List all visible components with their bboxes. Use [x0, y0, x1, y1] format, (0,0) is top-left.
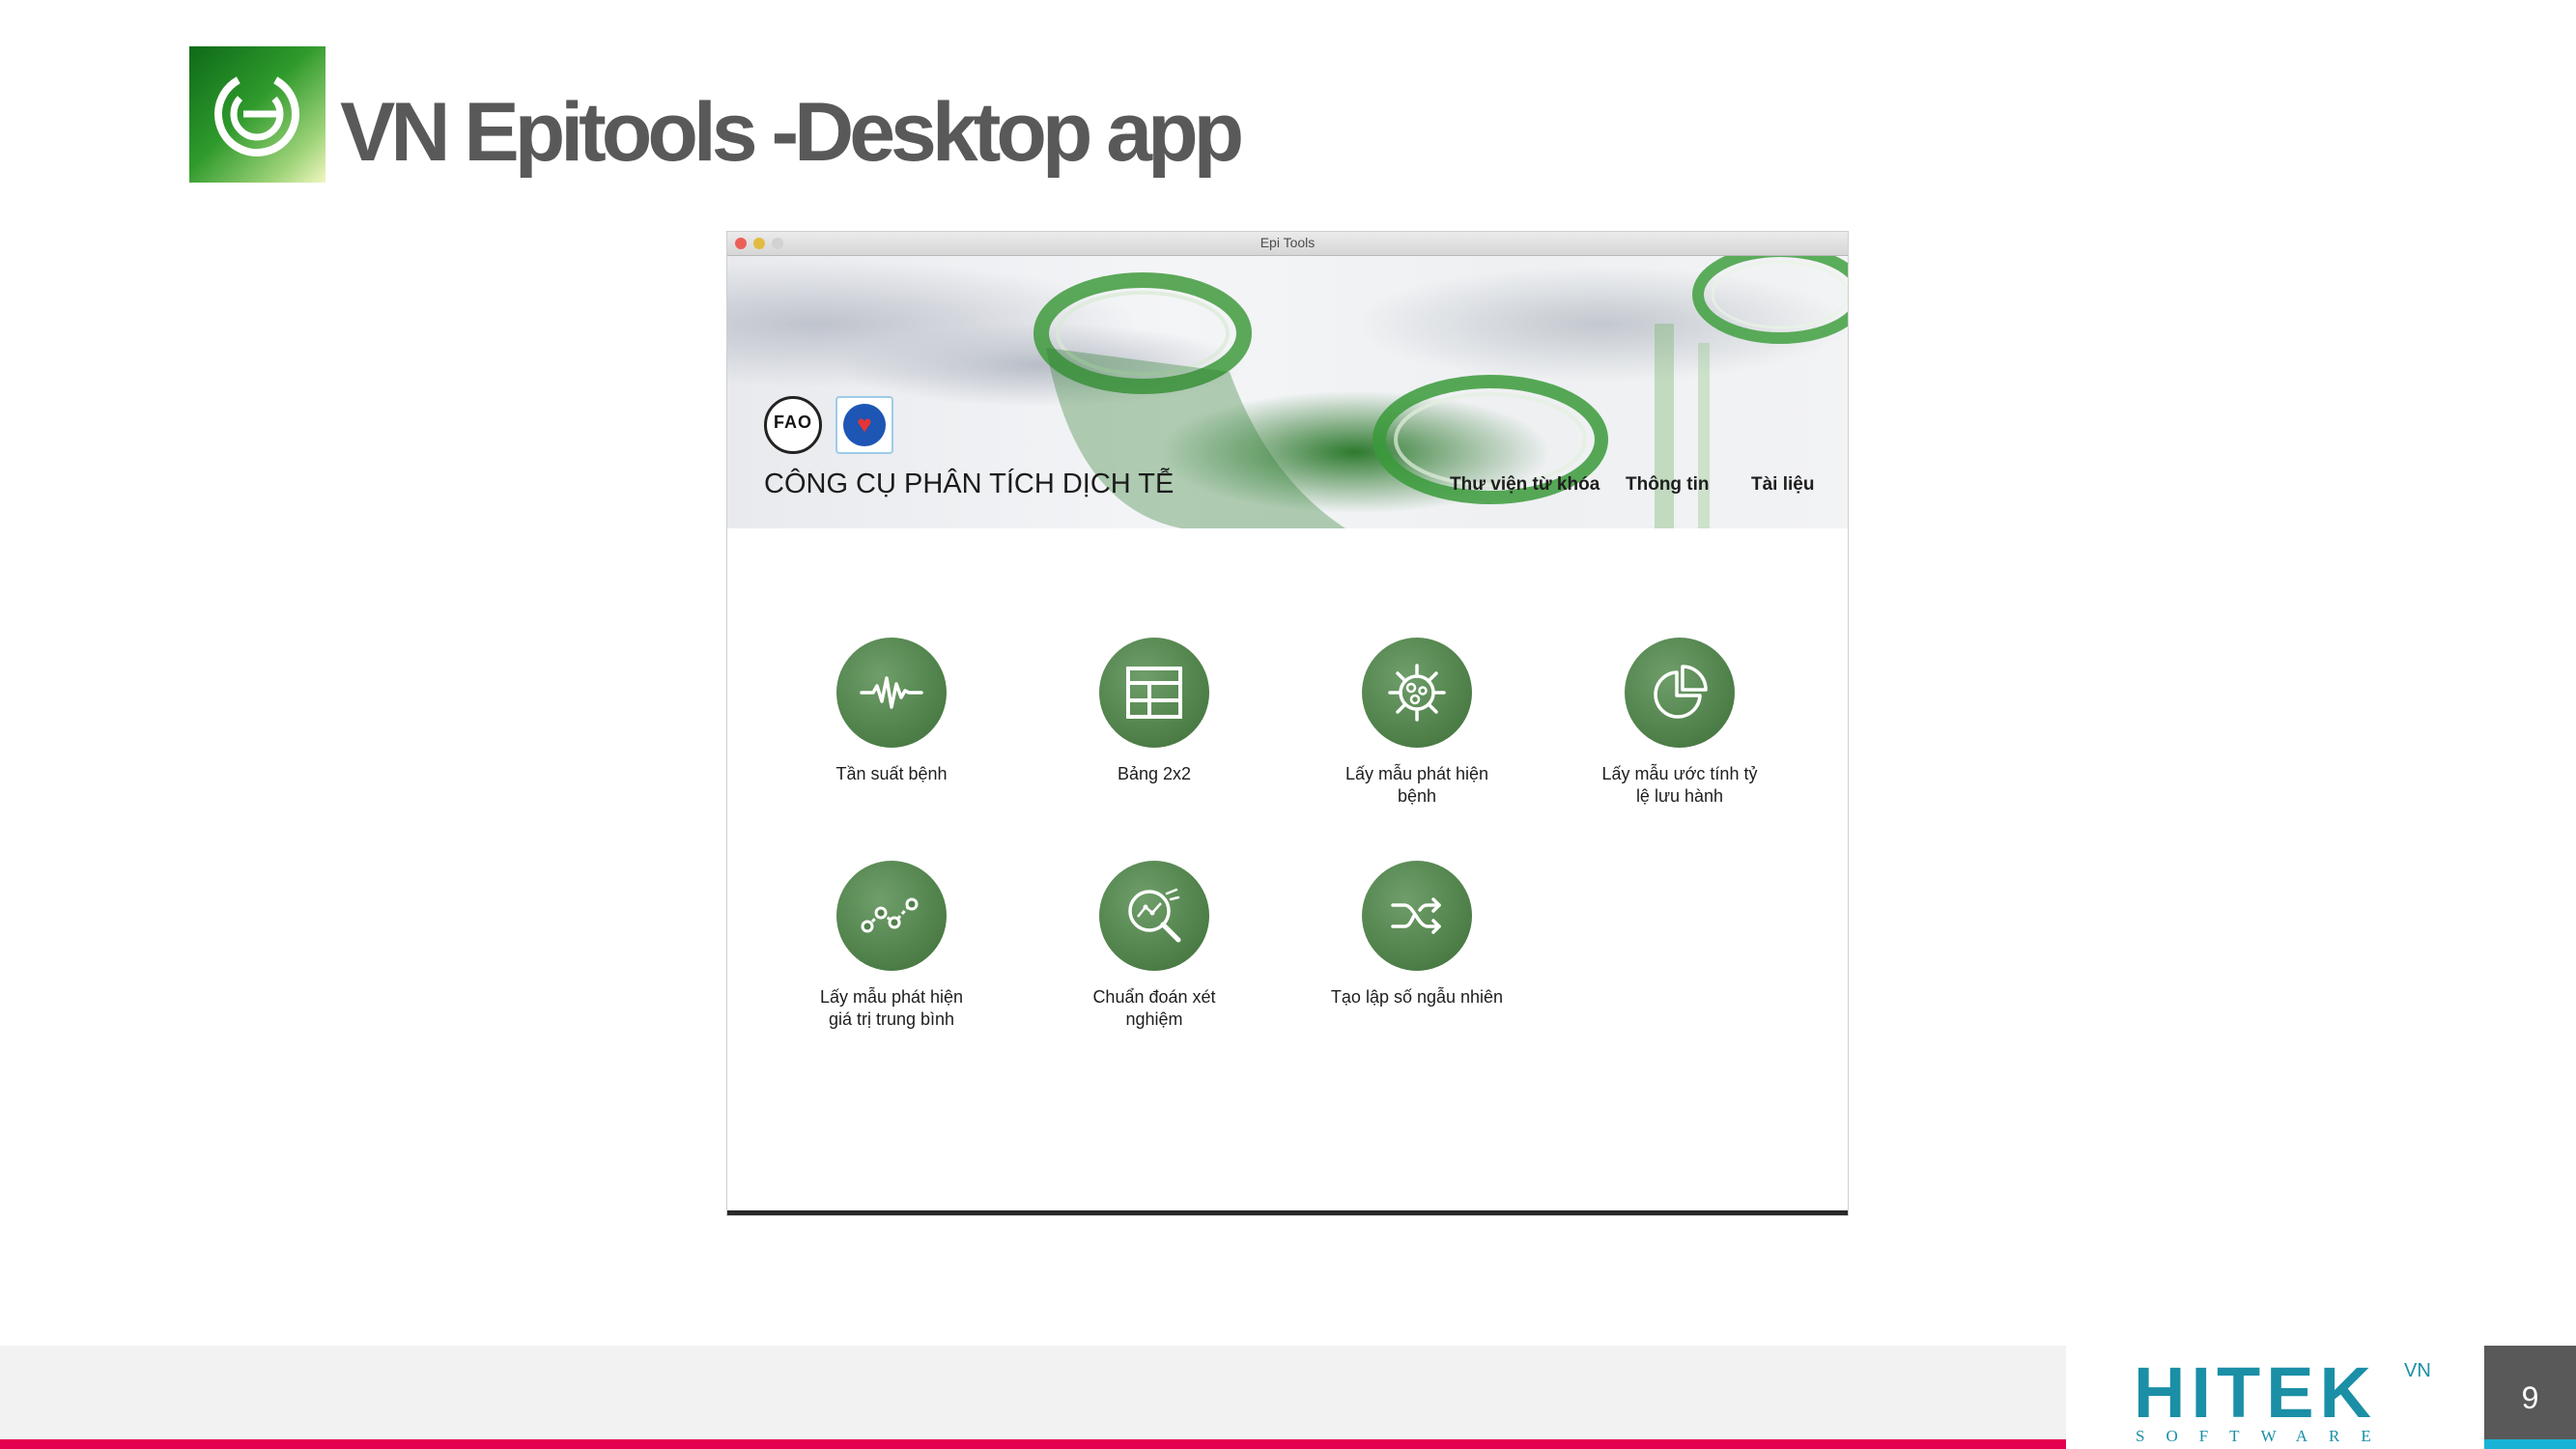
tool-2x2-table[interactable]: Bảng 2x2	[1058, 638, 1251, 785]
footer-accent-bar	[0, 1439, 2066, 1449]
pie-chart-icon	[1625, 638, 1735, 748]
tool-label: Tần suất bệnh	[835, 764, 948, 783]
window-title: Epi Tools	[1260, 235, 1316, 250]
heart-icon: ♥	[857, 410, 872, 439]
tool-label: Chuẩn đoán xét nghiệm	[1092, 987, 1216, 1029]
tool-prevalence-sampling[interactable]: Lấy mẫu ước tính tỷ lệ lưu hành	[1583, 638, 1776, 808]
tool-label: Lấy mẫu phát hiện giá trị trung bình	[819, 987, 964, 1029]
footer-band	[0, 1346, 2066, 1439]
app-window: Epi Tools FAO ♥ CÔNG CỤ PHÂN TÍCH DỊCH T…	[727, 232, 1848, 1215]
tool-label: Tạo lập số ngẫu nhiên	[1330, 987, 1504, 1007]
window-bottom-border	[727, 1210, 1848, 1215]
epitools-logo	[189, 46, 326, 183]
tool-diagnostic-test[interactable]: Chuẩn đoán xét nghiệm	[1058, 861, 1251, 1031]
page-number: 9	[2521, 1380, 2539, 1415]
nav-information[interactable]: Thông tin	[1626, 474, 1710, 496]
tool-random-number[interactable]: Tạo lập số ngẫu nhiên	[1320, 861, 1514, 1009]
tool-label: Lấy mẫu ước tính tỷ lệ lưu hành	[1601, 764, 1758, 806]
tool-label: Lấy mẫu phát hiện bệnh	[1345, 764, 1489, 806]
slide-title: VN Epitools -Desktop app	[340, 86, 1244, 179]
table-grid-icon	[1099, 638, 1209, 748]
fao-logo: FAO	[764, 396, 822, 454]
waveform-icon	[836, 638, 947, 748]
tool-mean-detection-sampling[interactable]: Lấy mẫu phát hiện giá trị trung bình	[795, 861, 988, 1031]
virus-icon	[1362, 638, 1472, 748]
hitek-logo: HITEK VN SOFTWARE	[2066, 1346, 2484, 1449]
window-titlebar[interactable]: Epi Tools	[727, 232, 1848, 256]
tool-label: Bảng 2x2	[1117, 764, 1192, 783]
hitek-logo-sub: SOFTWARE	[2136, 1427, 2392, 1445]
hitek-logo-sup: VN	[2404, 1360, 2431, 1381]
header-banner: FAO ♥ CÔNG CỤ PHÂN TÍCH DỊCH TỄ Thư viện…	[727, 256, 1848, 528]
shuffle-icon	[1362, 861, 1472, 971]
nav-keyword-library[interactable]: Thư viện từ khóa	[1450, 474, 1599, 496]
nav-documents[interactable]: Tài liệu	[1751, 474, 1814, 496]
vietnam-agency-logo: ♥	[835, 396, 893, 454]
tool-disease-frequency[interactable]: Tần suất bệnh	[795, 638, 988, 785]
hitek-logo-text: HITEK	[2134, 1352, 2377, 1433]
fao-logo-text: FAO	[773, 412, 812, 432]
epitools-e-icon	[214, 71, 299, 156]
tool-detect-disease-sampling[interactable]: Lấy mẫu phát hiện bệnh	[1320, 638, 1514, 808]
magnifier-chart-icon	[1099, 861, 1209, 971]
banner-title: CÔNG CỤ PHÂN TÍCH DỊCH TỄ	[764, 469, 1175, 499]
line-graph-icon	[836, 861, 947, 971]
page-accent-bar	[2484, 1439, 2576, 1449]
page-number-box: 9	[2484, 1346, 2576, 1449]
